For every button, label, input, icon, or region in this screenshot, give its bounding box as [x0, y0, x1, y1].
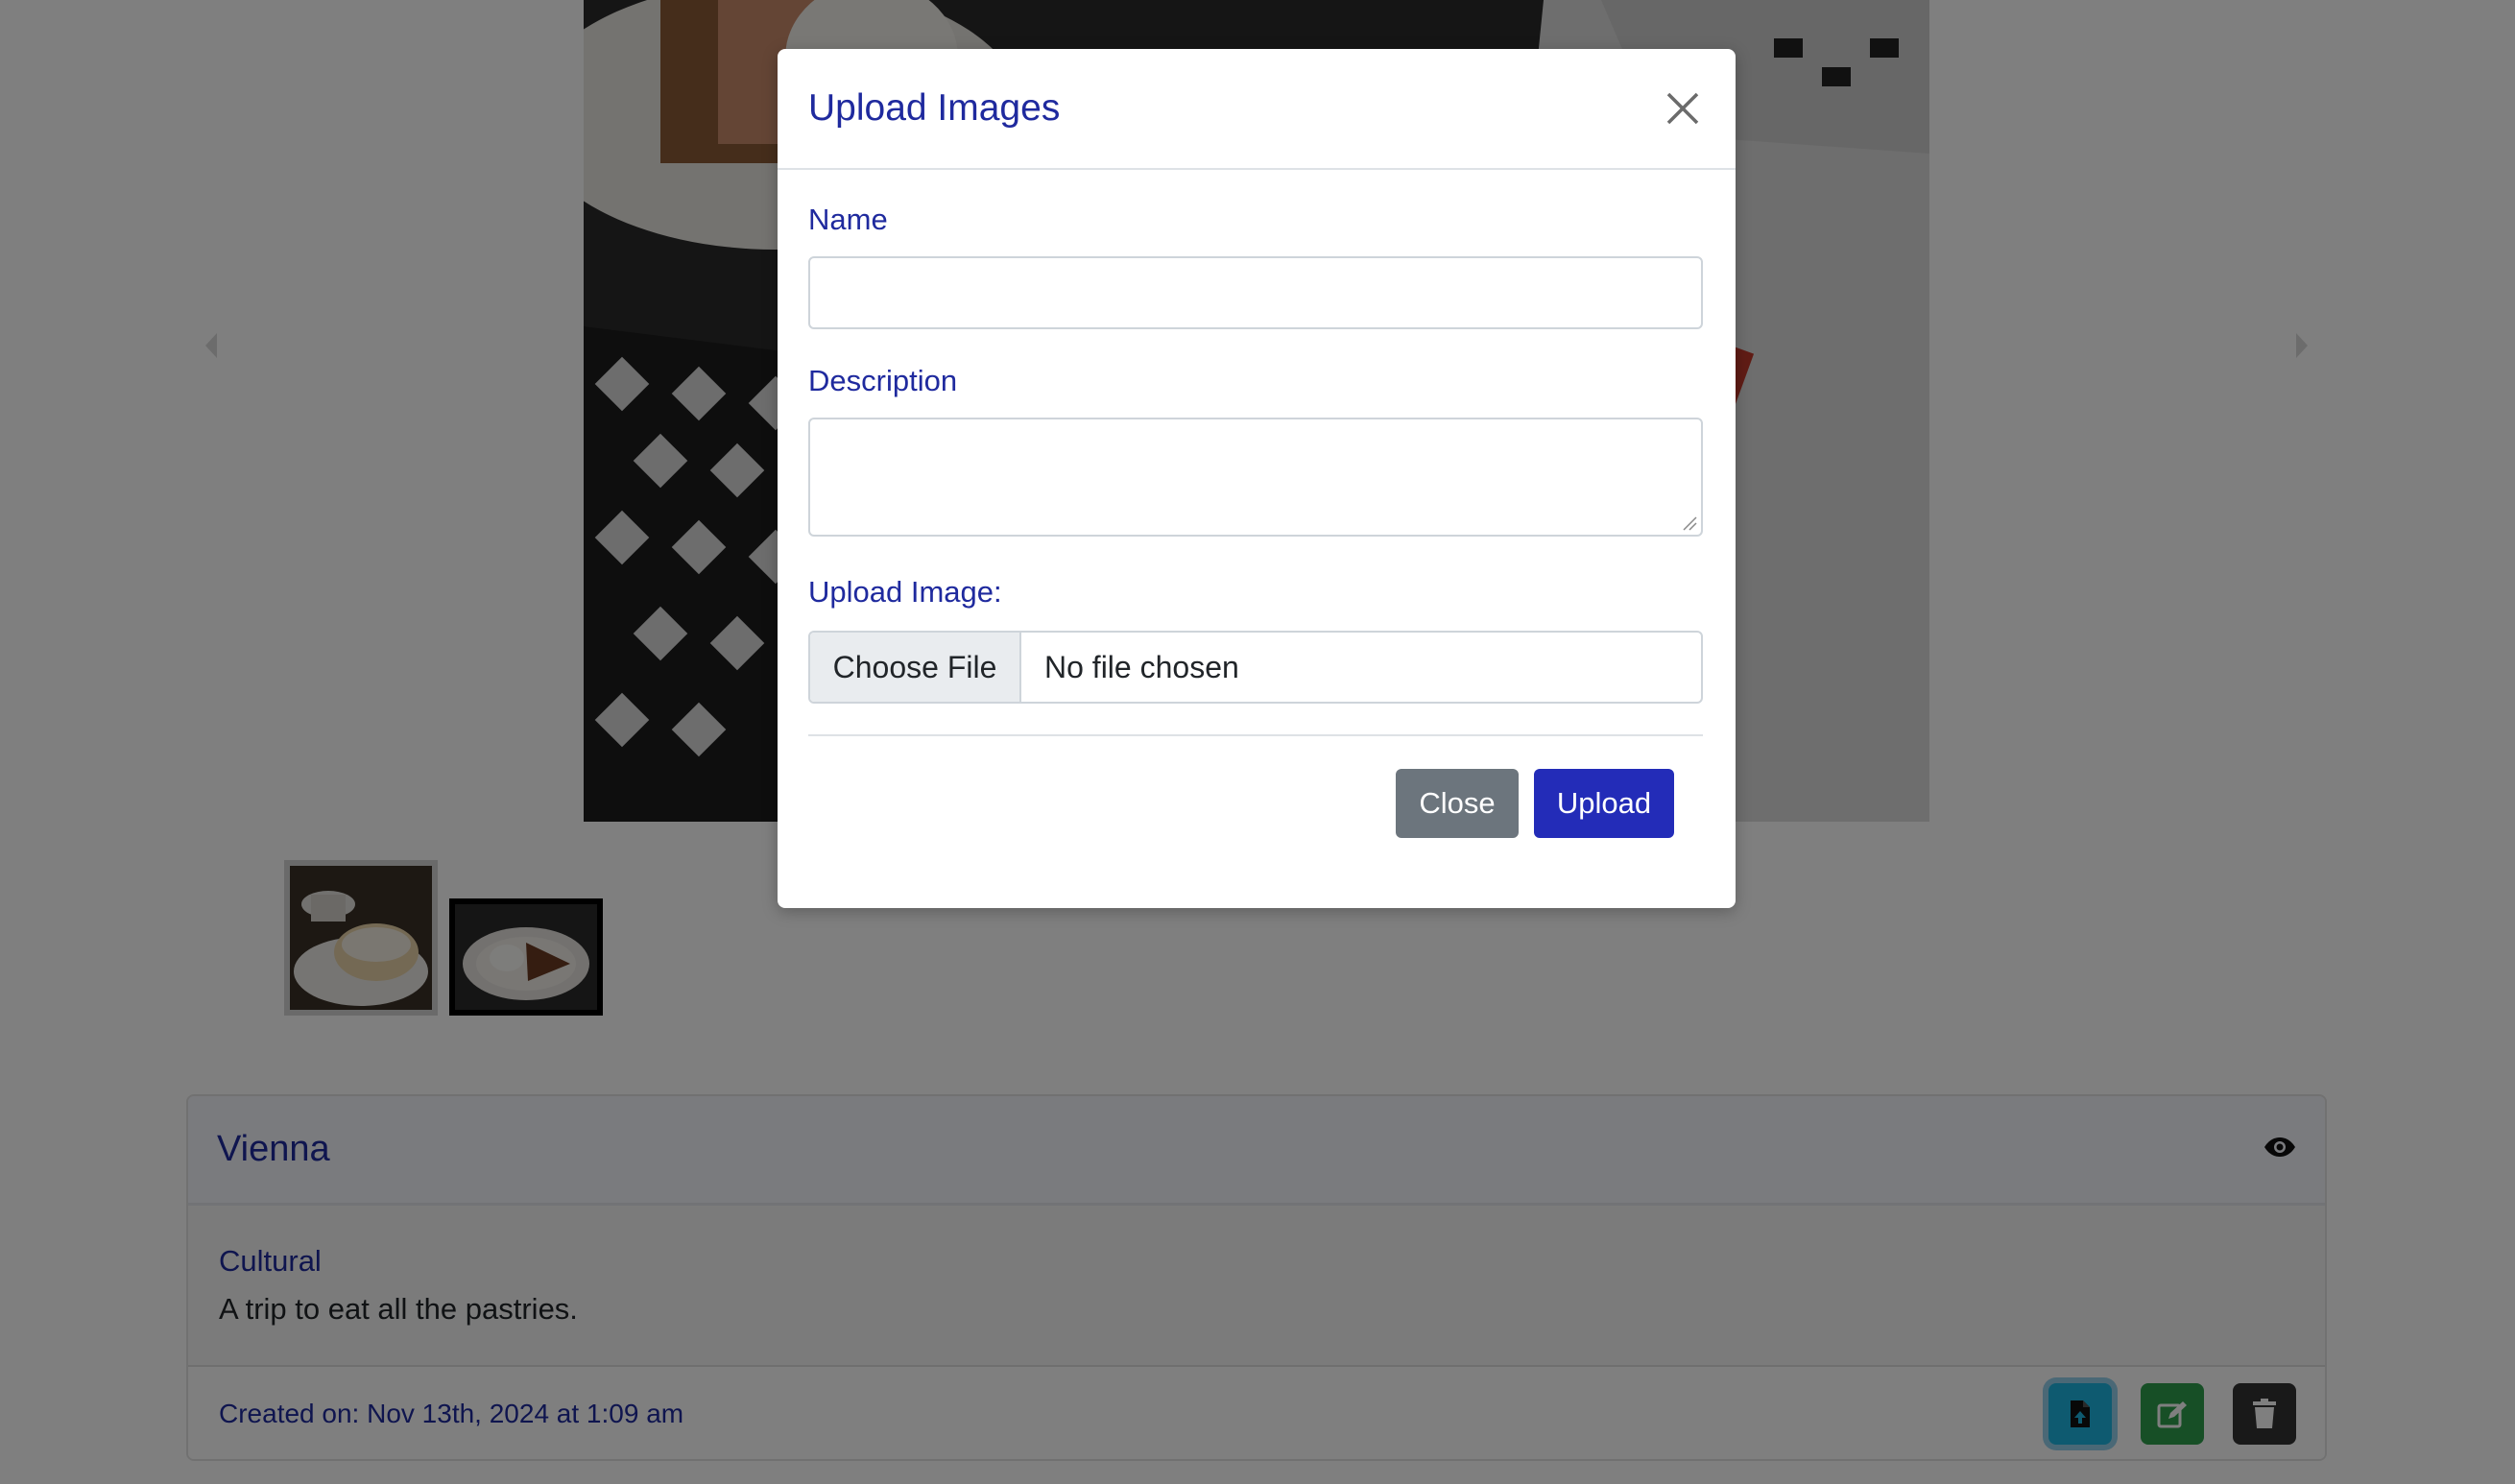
close-button[interactable]: Close — [1396, 769, 1519, 838]
file-status-text: No file chosen — [1044, 649, 1239, 684]
close-x-icon[interactable] — [1659, 84, 1707, 132]
modal-footer: Close Upload — [778, 736, 1736, 838]
name-input[interactable] — [808, 256, 1703, 329]
description-label: Description — [808, 364, 958, 397]
description-textarea[interactable] — [808, 418, 1703, 537]
name-label: Name — [808, 203, 888, 236]
modal-title: Upload Images — [808, 87, 1061, 129]
file-input[interactable]: Choose File No file chosen — [808, 631, 1703, 704]
upload-images-modal: Upload Images Name Description Upload Im… — [778, 49, 1736, 908]
modal-body: Name Description Upload Image: Choose Fi… — [778, 170, 1736, 736]
resize-grip-icon[interactable] — [1680, 514, 1697, 531]
upload-button[interactable]: Upload — [1534, 769, 1674, 838]
upload-image-label: Upload Image: — [808, 575, 1002, 609]
modal-header: Upload Images — [778, 49, 1736, 170]
choose-file-button[interactable]: Choose File — [810, 633, 1021, 702]
